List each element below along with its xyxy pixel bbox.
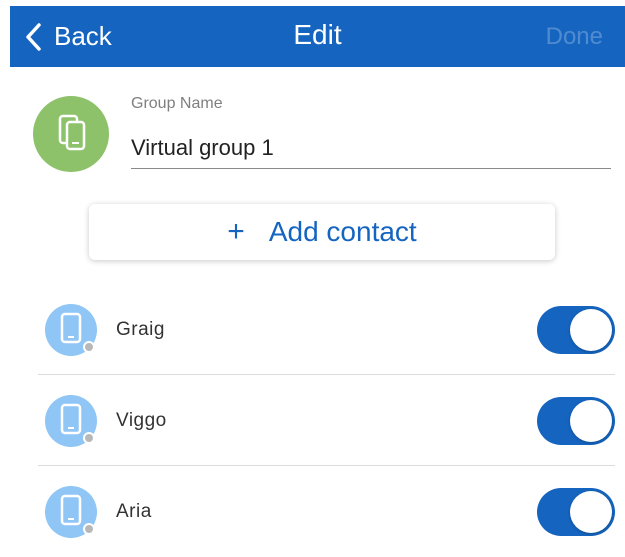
contact-name: Graig xyxy=(116,319,165,340)
toggle-knob xyxy=(570,309,612,351)
devices-icon xyxy=(51,112,91,157)
nav-bar: Edit Back Done xyxy=(10,6,625,67)
contact-toggle[interactable] xyxy=(537,397,615,445)
add-contact-label: Add contact xyxy=(268,216,417,247)
contact-toggle[interactable] xyxy=(537,306,615,354)
contact-toggle[interactable] xyxy=(537,488,615,536)
group-name-label: Group Name xyxy=(131,95,223,112)
status-dot xyxy=(83,432,95,444)
phone-icon xyxy=(60,494,82,531)
contact-avatar[interactable] xyxy=(45,304,97,356)
plus-icon: + xyxy=(227,215,245,248)
back-label: Back xyxy=(54,21,112,51)
status-dot xyxy=(83,341,95,353)
list-item: Viggo xyxy=(0,375,625,466)
contact-name: Aria xyxy=(116,501,152,522)
contact-name: Viggo xyxy=(116,410,167,431)
list-item: Graig xyxy=(0,284,625,375)
toggle-knob xyxy=(570,400,612,442)
group-name-input[interactable] xyxy=(131,128,611,169)
phone-icon xyxy=(60,403,82,440)
list-item: Aria xyxy=(0,466,625,557)
done-button[interactable]: Done xyxy=(546,6,603,67)
toggle-knob xyxy=(570,491,612,533)
chevron-left-icon xyxy=(24,22,42,52)
contact-avatar[interactable] xyxy=(45,395,97,447)
add-contact-button[interactable]: + Add contact xyxy=(89,204,555,260)
group-avatar[interactable] xyxy=(33,96,109,172)
phone-icon xyxy=(60,312,82,349)
back-button[interactable]: Back xyxy=(24,6,112,67)
status-dot xyxy=(83,523,95,535)
contact-list: Graig Viggo Aria xyxy=(0,284,625,557)
contact-avatar[interactable] xyxy=(45,486,97,538)
